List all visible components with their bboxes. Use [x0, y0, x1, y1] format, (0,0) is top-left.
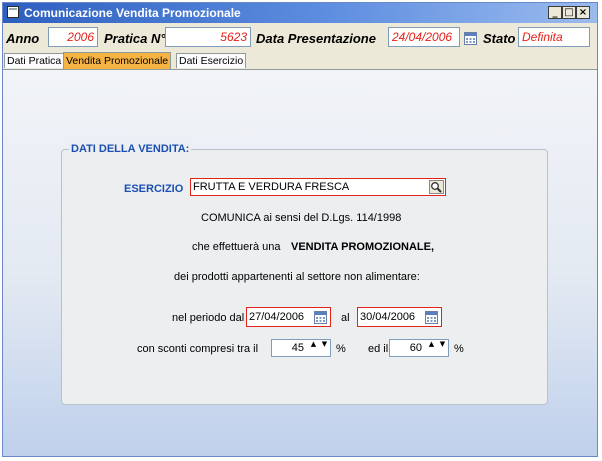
anno-label: Anno	[6, 31, 40, 46]
maximize-button[interactable]: □	[562, 6, 576, 19]
vendita-promozionale-text: VENDITA PROMOZIONALE,	[291, 241, 434, 253]
calendar-icon[interactable]	[425, 311, 438, 324]
data-presentazione-field[interactable]: 24/04/2006	[388, 27, 460, 47]
sconto-max-value: 60	[409, 342, 422, 354]
sconto-min-field[interactable]: 45 ▲ ▼	[271, 339, 331, 357]
esercizio-label: ESERCIZIO	[124, 183, 184, 195]
pratica-label: Pratica N°	[104, 31, 166, 46]
spin-down-icon[interactable]: ▼	[438, 340, 447, 356]
close-button[interactable]: ×	[576, 6, 590, 19]
esercizio-field[interactable]: FRUTTA E VERDURA FRESCA	[190, 178, 446, 196]
sconti-label: con sconti compresi tra il	[137, 343, 259, 355]
spin-down-icon[interactable]: ▼	[320, 340, 329, 356]
effettuera-text: che effettuerà una	[192, 241, 281, 253]
stato-field[interactable]: Definita	[518, 27, 590, 47]
spin-up-icon[interactable]: ▲	[309, 340, 318, 356]
stato-label: Stato	[483, 31, 516, 46]
tab-vendita-promozionale[interactable]: Vendita Promozionale	[63, 52, 172, 69]
spin-up-icon[interactable]: ▲	[427, 340, 436, 356]
settore-text: dei prodotti appartenenti al settore non…	[174, 271, 420, 283]
tab-bar: Dati Pratica Vendita Promozionale Dati E…	[3, 51, 597, 70]
data-presentazione-label: Data Presentazione	[256, 31, 376, 46]
sconto-min-value: 45	[291, 342, 304, 354]
practice-header: Anno 2006 Pratica N° 5623 Data Presentaz…	[3, 23, 597, 51]
tab-content: DATI DELLA VENDITA: ESERCIZIO FRUTTA E V…	[3, 70, 597, 456]
main-window: Comunicazione Vendita Promozionale _ □ ×…	[2, 2, 598, 457]
percent-max: %	[454, 343, 464, 355]
minimize-button[interactable]: _	[548, 6, 562, 19]
app-icon	[7, 6, 19, 18]
title-bar[interactable]: Comunicazione Vendita Promozionale _ □ ×	[3, 3, 597, 23]
calendar-icon[interactable]	[464, 32, 477, 45]
ed-il-label: ed il	[368, 343, 389, 355]
comunica-text: COMUNICA ai sensi del D.Lgs. 114/1998	[201, 212, 402, 224]
percent-min: %	[336, 343, 346, 355]
group-title: DATI DELLA VENDITA:	[69, 143, 192, 155]
search-icon[interactable]	[429, 180, 444, 194]
tab-dati-pratica[interactable]: Dati Pratica	[4, 53, 65, 68]
vendita-group: DATI DELLA VENDITA: ESERCIZIO FRUTTA E V…	[61, 143, 548, 405]
tab-dati-esercizio[interactable]: Dati Esercizio	[176, 53, 247, 68]
window-title: Comunicazione Vendita Promozionale	[24, 6, 241, 20]
anno-field[interactable]: 2006	[48, 27, 98, 47]
sconto-max-field[interactable]: 60 ▲ ▼	[389, 339, 449, 357]
pratica-field[interactable]: 5623	[165, 27, 251, 47]
periodo-label: nel periodo dal	[172, 312, 245, 324]
al-label: al	[341, 312, 350, 324]
calendar-icon[interactable]	[314, 311, 327, 324]
